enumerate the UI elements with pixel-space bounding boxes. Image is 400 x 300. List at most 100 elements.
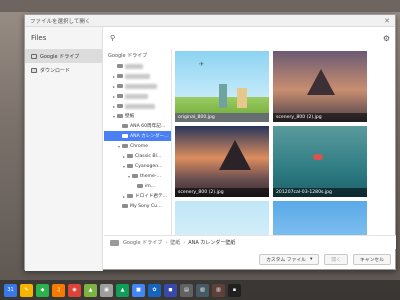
tree-item[interactable]: ▸ Classic Bl… [104, 151, 171, 161]
file-thumbnail[interactable]: scenery_800 (2).jpg [273, 51, 367, 122]
file-thumbnail[interactable]: ✈ original_800.jpg [175, 51, 269, 122]
tree-item[interactable]: ▸ [104, 101, 171, 111]
breadcrumb-item[interactable]: 壁紙 [170, 239, 180, 246]
thumbnail-image [273, 51, 367, 122]
folder-icon [117, 93, 123, 99]
close-icon[interactable]: ✕ [384, 17, 390, 25]
tree-item-label: 壁紙 [125, 114, 135, 119]
drive-folder-icon [31, 53, 37, 59]
folder-icon [110, 239, 119, 246]
file-thumbnail-grid: ✈ original_800.jpg scenery_800 (2).jpg s… [173, 49, 396, 235]
dialog-footer: カスタム ファイル ▾ 開く キャンセル [104, 249, 396, 270]
thumbnail-image: ✈ [175, 51, 269, 122]
android-app-icon[interactable]: ▲ [84, 283, 97, 297]
folder-icon [117, 103, 123, 109]
dialog-titlebar: ファイルを選択して開く ✕ [25, 15, 395, 27]
calendar-app-icon[interactable]: 31 [4, 283, 17, 297]
shelf: 31 ✎ ◆ ♫ ◉ ▲ ▣ ▲ ■ ✿ ◼ ▤ ▧ ▥ ▪ [0, 280, 400, 300]
sidebar-item-label: Google ドライブ [40, 53, 80, 60]
tree-item[interactable] [104, 61, 171, 71]
breadcrumb-item[interactable]: Google ドライブ [123, 239, 162, 246]
app-13-icon[interactable]: ▧ [196, 283, 209, 297]
folder-app-icon[interactable]: ■ [132, 283, 145, 297]
tree-item[interactable]: My Sony Cu… [104, 201, 171, 211]
pixel-app-icon[interactable]: ✿ [148, 283, 161, 297]
file-thumbnail[interactable]: scenery_800 (2).jpg [175, 126, 269, 197]
file-thumbnail[interactable] [273, 201, 367, 235]
dialog-title: ファイルを選択して開く [30, 18, 91, 25]
sidebar-item-downloads[interactable]: ダウンロード [25, 63, 102, 77]
file-type-select[interactable]: カスタム ファイル ▾ [259, 254, 320, 265]
folder-icon [117, 73, 123, 79]
thumbnail-image [175, 126, 269, 197]
thumbnail-image [273, 126, 367, 197]
redacted-label [125, 93, 148, 99]
thumbnail-image [175, 201, 269, 235]
download-folder-icon [31, 67, 37, 73]
tree-item[interactable]: ▾ theme-… [104, 171, 171, 181]
tree-item-label: My Sony Cu… [130, 203, 162, 209]
folder-icon [122, 143, 128, 149]
tree-item-label: ドロイド君テ… [135, 194, 168, 199]
breadcrumb: Google ドライブ › 壁紙 › ANA カレンダー壁紙 [104, 235, 396, 249]
feedly-app-icon[interactable]: ◆ [36, 283, 49, 297]
drive-app-icon[interactable]: ▲ [116, 283, 129, 297]
tree-item[interactable]: ▸ ドロイド君テ… [104, 191, 171, 201]
redacted-label [125, 63, 143, 69]
search-icon[interactable]: ⚲ [110, 34, 115, 42]
redacted-label [125, 103, 155, 109]
app-7-icon[interactable]: ▣ [100, 283, 113, 297]
tree-item[interactable]: ▸ [104, 91, 171, 101]
folder-icon [122, 203, 128, 209]
folder-icon [122, 133, 128, 139]
file-open-dialog: ファイルを選択して開く ✕ Files Google ドライブ ダウンロード ⚲… [24, 14, 396, 271]
tree-item[interactable]: ▾ 壁紙 [104, 111, 171, 121]
folder-icon [127, 163, 133, 169]
app-15-icon[interactable]: ▪ [228, 283, 241, 297]
folder-icon [137, 183, 143, 189]
sidebar-item-label: ダウンロード [40, 67, 71, 74]
tree-item[interactable]: ▸ [104, 71, 171, 81]
redacted-label [125, 73, 150, 79]
music-app-icon[interactable]: ♫ [52, 283, 65, 297]
tree-item-label: Cyanogen… [135, 163, 163, 169]
thumbnail-image [273, 201, 367, 235]
folder-icon [122, 123, 128, 129]
cancel-button[interactable]: キャンセル [353, 254, 391, 265]
breadcrumb-current[interactable]: ANA カレンダー壁紙 [188, 239, 235, 246]
thumbnail-caption: scenery_800 (2).jpg [175, 188, 269, 197]
folder-icon [117, 83, 123, 89]
sidebar-item-google-drive[interactable]: Google ドライブ [25, 49, 102, 63]
app-14-icon[interactable]: ▥ [212, 283, 225, 297]
app-11-icon[interactable]: ◼ [164, 283, 177, 297]
tree-item[interactable]: ▸ [104, 81, 171, 91]
chrome-app-icon[interactable]: ◉ [68, 283, 81, 297]
redacted-label [125, 83, 157, 89]
tree-root[interactable]: Google ドライブ [104, 49, 171, 61]
tree-item[interactable]: ANA カレンダー… [104, 131, 171, 141]
file-thumbnail[interactable]: 201207cal-03-1280s.jpg [273, 126, 367, 197]
tree-item[interactable]: ▾ Cyanogen… [104, 161, 171, 171]
thumbnail-caption: 201207cal-03-1280s.jpg [273, 188, 367, 197]
file-thumbnail[interactable] [175, 201, 269, 235]
tree-item-label: ANA 60周年記… [130, 124, 166, 129]
tree-item-label: im… [145, 183, 156, 189]
folder-icon [117, 113, 123, 119]
sidebar-title: Files [31, 34, 47, 42]
gear-icon[interactable]: ⚙ [383, 34, 390, 43]
thumbnail-caption: original_800.jpg [175, 113, 269, 122]
tree-item[interactable]: ▾ Chrome [104, 141, 171, 151]
directory-tree: Google ドライブ ▸ ▸ ▸ ▸ ▾ 壁紙 ANA 60周年記… ANA カレンダー… ▾… [104, 49, 172, 235]
tree-item-label: Classic Bl… [135, 153, 162, 159]
tree-item[interactable]: im… [104, 181, 171, 191]
folder-icon [127, 193, 133, 199]
chevron-down-icon: ▾ [309, 257, 313, 262]
store-app-icon[interactable]: ▤ [180, 283, 193, 297]
notes-app-icon[interactable]: ✎ [20, 283, 33, 297]
folder-icon [127, 153, 133, 159]
desktop-background [0, 0, 400, 12]
tree-item-label: Chrome [130, 143, 149, 149]
open-button[interactable]: 開く [324, 254, 348, 265]
tree-item[interactable]: ANA 60周年記… [104, 121, 171, 131]
folder-icon [132, 173, 138, 179]
